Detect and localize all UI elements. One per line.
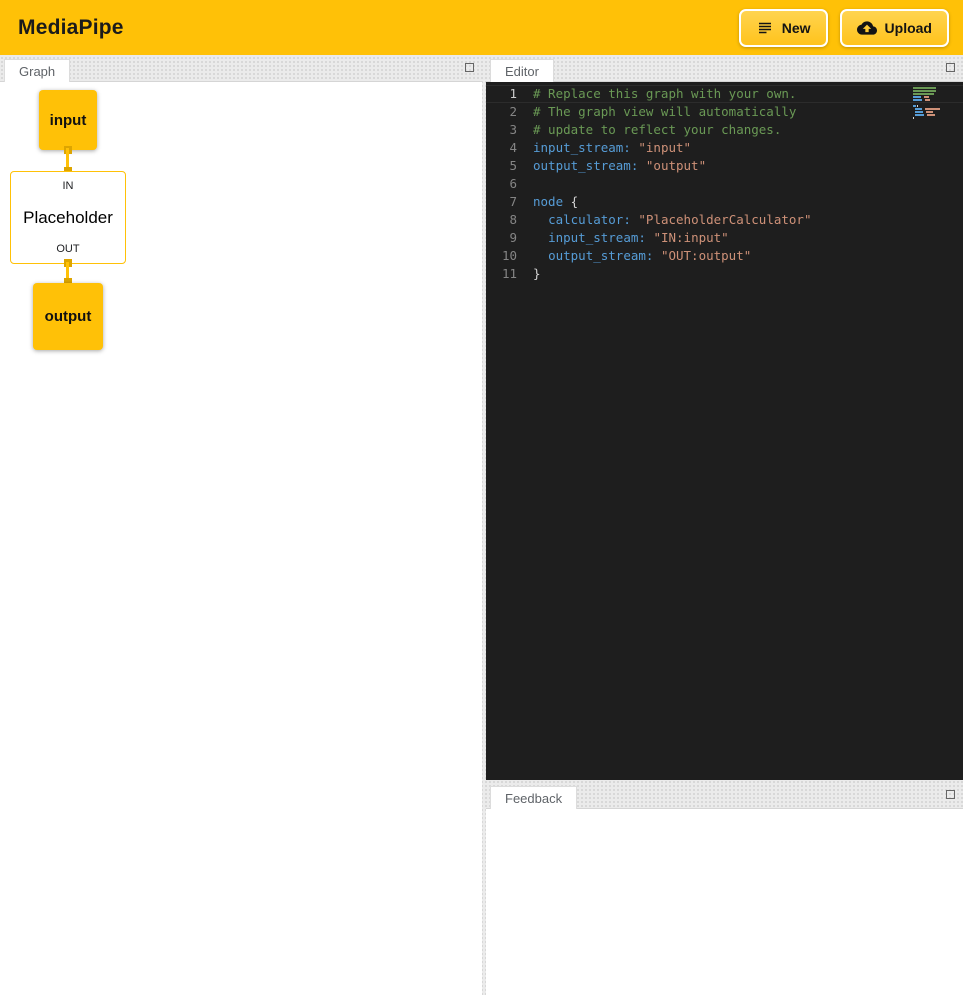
- tab-editor[interactable]: Editor: [490, 59, 554, 82]
- placeholder-node-label: Placeholder: [23, 208, 113, 228]
- feedback-maximize-icon[interactable]: [946, 790, 955, 799]
- line-number: 3: [486, 121, 533, 139]
- code-text: input_stream: "input": [533, 139, 691, 157]
- code-line[interactable]: 5output_stream: "output": [486, 157, 963, 175]
- graph-node-placeholder[interactable]: IN Placeholder OUT: [10, 171, 126, 264]
- code-line[interactable]: 9 input_stream: "IN:input": [486, 229, 963, 247]
- code-text: output_stream: "OUT:output": [533, 247, 751, 265]
- in-port-label: IN: [63, 180, 74, 192]
- code-text: calculator: "PlaceholderCalculator": [533, 211, 811, 229]
- code-line[interactable]: 3# update to reflect your changes.: [486, 121, 963, 139]
- code-text: }: [533, 265, 541, 283]
- graph-panel: Graph input IN Placeholder OUT output: [0, 57, 482, 995]
- code-line[interactable]: 11}: [486, 265, 963, 283]
- feedback-panel-strip: Feedback: [486, 784, 963, 808]
- graph-panel-strip: Graph: [0, 57, 482, 81]
- code-text: # Replace this graph with your own.: [533, 85, 796, 103]
- tab-feedback[interactable]: Feedback: [490, 786, 577, 809]
- graph-canvas[interactable]: input IN Placeholder OUT output: [0, 81, 482, 995]
- tab-graph[interactable]: Graph: [4, 59, 70, 82]
- code-text: output_stream: "output": [533, 157, 706, 175]
- graph-node-input[interactable]: input: [39, 90, 97, 150]
- graph-node-output[interactable]: output: [33, 283, 103, 350]
- line-number: 9: [486, 229, 533, 247]
- upload-button[interactable]: Upload: [840, 9, 949, 47]
- code-line[interactable]: 8 calculator: "PlaceholderCalculator": [486, 211, 963, 229]
- feedback-panel: Feedback: [486, 784, 963, 995]
- code-text: input_stream: "IN:input": [533, 229, 729, 247]
- code-line[interactable]: 7node {: [486, 193, 963, 211]
- line-number: 4: [486, 139, 533, 157]
- code-line[interactable]: 2# The graph view will automatically: [486, 103, 963, 121]
- new-graph-lines-icon: [756, 19, 774, 37]
- editor-panel-strip: Editor: [486, 57, 963, 81]
- editor-panel: Editor 1# Replace this graph with your o…: [486, 57, 963, 780]
- header-buttons: New Upload: [739, 9, 949, 47]
- code-text: node {: [533, 193, 578, 211]
- line-number: 10: [486, 247, 533, 265]
- line-number: 8: [486, 211, 533, 229]
- code-editor[interactable]: 1# Replace this graph with your own.2# T…: [486, 81, 963, 780]
- code-line[interactable]: 6: [486, 175, 963, 193]
- app-title: MediaPipe: [18, 16, 124, 40]
- line-number: 6: [486, 175, 533, 193]
- feedback-content: [486, 808, 963, 995]
- line-number: 1: [486, 85, 533, 103]
- app-header: MediaPipe New Upload: [0, 0, 963, 55]
- graph-maximize-icon[interactable]: [465, 63, 474, 72]
- editor-lines[interactable]: 1# Replace this graph with your own.2# T…: [486, 82, 963, 780]
- editor-maximize-icon[interactable]: [946, 63, 955, 72]
- new-button-label: New: [782, 20, 811, 36]
- upload-button-label: Upload: [885, 20, 932, 36]
- out-port-label: OUT: [56, 243, 79, 255]
- code-text: # The graph view will automatically: [533, 103, 796, 121]
- line-number: 7: [486, 193, 533, 211]
- code-line[interactable]: 4input_stream: "input": [486, 139, 963, 157]
- line-number: 5: [486, 157, 533, 175]
- code-text: # update to reflect your changes.: [533, 121, 781, 139]
- line-number: 11: [486, 265, 533, 283]
- minimap[interactable]: [913, 87, 951, 119]
- line-number: 2: [486, 103, 533, 121]
- new-button[interactable]: New: [739, 9, 828, 47]
- code-line[interactable]: 1# Replace this graph with your own.: [486, 85, 963, 103]
- cloud-upload-icon: [857, 18, 877, 38]
- code-line[interactable]: 10 output_stream: "OUT:output": [486, 247, 963, 265]
